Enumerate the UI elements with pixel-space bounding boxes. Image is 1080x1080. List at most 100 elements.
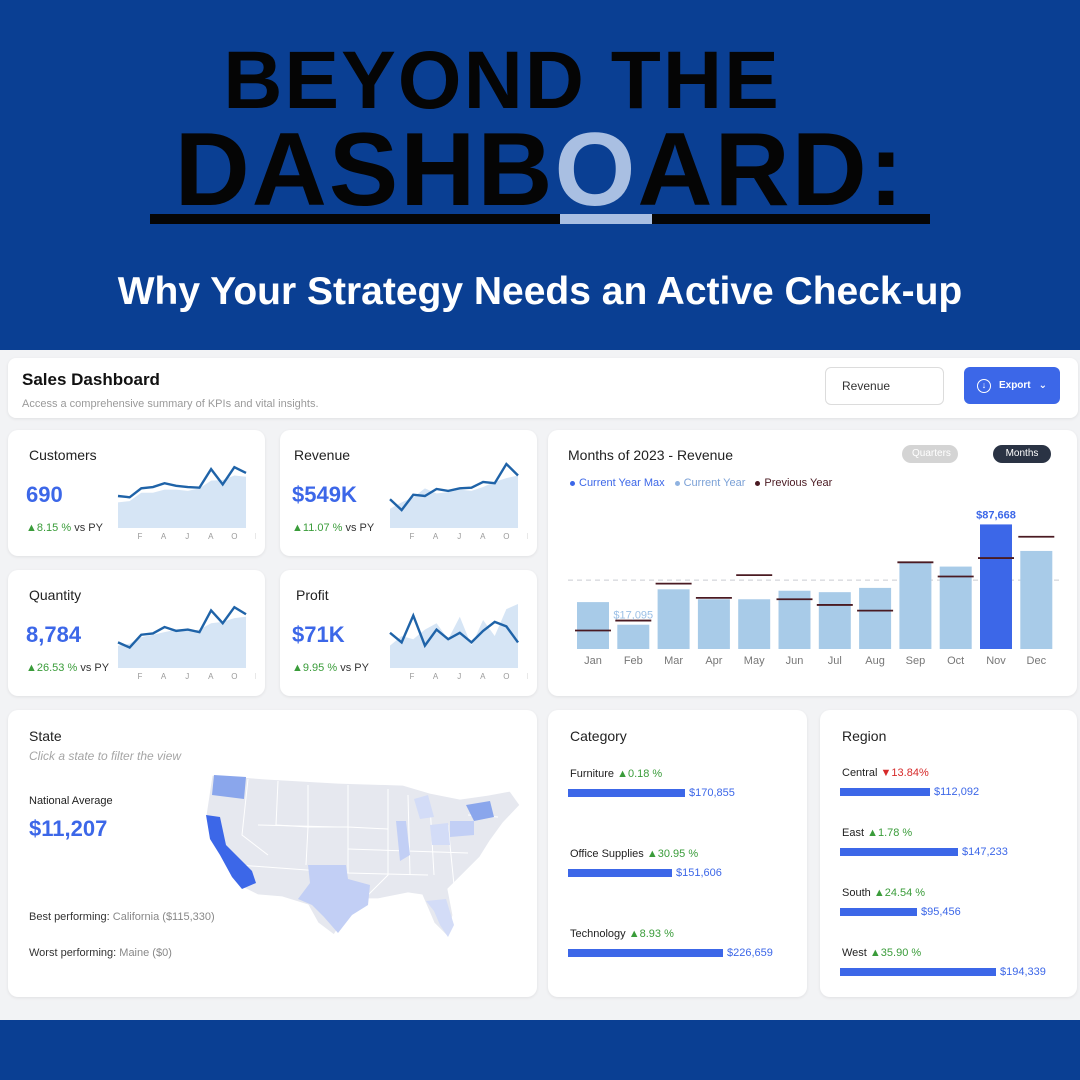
- best-performing: Best performing: California ($115,330): [29, 911, 215, 923]
- sparkline-prev-area: [118, 616, 246, 668]
- x-tick-label: Aug: [865, 655, 885, 667]
- kpi-card-revenue[interactable]: Revenue $549K ▲11.07 % vs PY F A J A O D: [280, 430, 537, 556]
- bar-mar[interactable]: [657, 589, 690, 649]
- hero-title-part1: DASHB: [174, 112, 555, 228]
- min-value-label: $17,095: [613, 610, 653, 622]
- hero-title-part2: ARD:: [637, 112, 906, 228]
- worst-performing: Worst performing: Maine ($0): [29, 947, 172, 959]
- sparkline-tick-label: D: [255, 532, 256, 541]
- horizontal-bar[interactable]: [840, 968, 996, 976]
- kpi-value: $549K: [292, 482, 357, 507]
- chevron-down-icon: ⌄: [1038, 380, 1048, 391]
- bar-label: Technology ▲8.93 %: [570, 928, 674, 940]
- kpi-value: 8,784: [26, 622, 82, 647]
- bar-feb[interactable]: [617, 624, 650, 649]
- bar-value: $151,606: [676, 867, 722, 879]
- national-average-value: $11,207: [29, 816, 108, 841]
- bar-label-delta: ▲24.54 %: [873, 887, 926, 899]
- page-title: Sales Dashboard: [22, 370, 160, 389]
- region-title: Region: [842, 728, 887, 744]
- bar-dec[interactable]: [1020, 550, 1053, 649]
- toggle-quarters[interactable]: Quarters: [902, 445, 958, 463]
- us-outline: [205, 774, 521, 939]
- page-subtitle: Access a comprehensive summary of KPIs a…: [22, 398, 319, 410]
- kpi-card-profit[interactable]: Profit $71K ▲9.95 % vs PY F A J A O D: [280, 570, 537, 696]
- kpi-title: Revenue: [294, 447, 351, 463]
- bar-value: $170,855: [689, 787, 735, 799]
- bar-label: Furniture ▲0.18 %: [570, 768, 662, 780]
- x-tick-label: Feb: [624, 655, 643, 667]
- kpi-card-quantity[interactable]: Quantity 8,784 ▲26.53 % vs PY F A J A O D: [8, 570, 265, 696]
- bar-label-name: South: [842, 887, 874, 899]
- horizontal-bar[interactable]: [840, 848, 958, 856]
- sparkline-tick-label: J: [457, 672, 461, 681]
- state-ohio[interactable]: [430, 823, 450, 845]
- horizontal-bar[interactable]: [840, 908, 917, 916]
- sparkline-tick-label: A: [161, 532, 167, 541]
- horizontal-bar[interactable]: [568, 869, 672, 877]
- bar-label-delta: ▲30.95 %: [646, 848, 699, 860]
- kpi-delta-percent: ▲8.15 %: [26, 522, 72, 534]
- sparkline-tick-label: F: [138, 672, 143, 681]
- bar-sep[interactable]: [899, 562, 932, 649]
- bar-label-name: East: [842, 827, 868, 839]
- kpi-title: Quantity: [29, 587, 82, 603]
- state-pennsylvania[interactable]: [450, 821, 474, 837]
- max-value-label: $87,668: [976, 509, 1016, 521]
- hero-underline-accent: [560, 214, 652, 224]
- legend-label: Previous Year: [764, 477, 833, 489]
- bar-apr[interactable]: [697, 599, 730, 649]
- bar-oct[interactable]: [939, 566, 972, 649]
- state-hint: Click a state to filter the view: [29, 749, 182, 763]
- state-washington[interactable]: [212, 775, 246, 799]
- sparkline-tick-label: J: [185, 672, 189, 681]
- legend-label: Current Year Max: [579, 477, 665, 489]
- sparkline-tick-label: D: [527, 532, 528, 541]
- horizontal-bar[interactable]: [568, 949, 723, 957]
- horizontal-bar[interactable]: [840, 788, 930, 796]
- kpi-delta-suffix: vs PY: [77, 662, 110, 674]
- bar-label: East ▲1.78 %: [842, 827, 912, 839]
- sparkline-tick-label: F: [138, 532, 143, 541]
- export-button[interactable]: ↓ Export ⌄: [964, 367, 1060, 404]
- bar-value: $147,233: [962, 846, 1008, 858]
- download-icon: ↓: [976, 378, 991, 393]
- kpi-delta-suffix: vs PY: [337, 662, 369, 674]
- legend-dot: [674, 480, 680, 486]
- sparkline-tick-label: A: [433, 532, 439, 541]
- kpi-delta: ▲8.15 % vs PY: [26, 522, 103, 534]
- bar-label-name: Office Supplies: [570, 848, 647, 860]
- x-tick-label: Apr: [705, 655, 722, 667]
- sparkline-tick-label: A: [480, 672, 486, 681]
- us-map[interactable]: [198, 765, 528, 945]
- bar-aug[interactable]: [859, 587, 892, 649]
- bar-may[interactable]: [738, 599, 771, 649]
- sparkline-tick-label: F: [410, 532, 415, 541]
- kpi-delta-suffix: vs PY: [71, 522, 103, 534]
- bar-nov[interactable]: [980, 524, 1012, 649]
- x-tick-label: Dec: [1027, 655, 1047, 667]
- kpi-card-customers[interactable]: Customers 690 ▲8.15 % vs PY F A J A O D: [8, 430, 265, 556]
- bar-value: $112,092: [934, 786, 980, 798]
- bar-label-name: Central: [842, 767, 881, 779]
- chart-legend: Current Year Max Current Year Previous Y…: [570, 477, 832, 489]
- region-card: Region Central ▼13.84% $112,092 East ▲1.78…: [820, 710, 1077, 997]
- bar-jul[interactable]: [818, 592, 851, 649]
- kpi-delta: ▲9.95 % vs PY: [292, 662, 369, 674]
- bar-value: $95,456: [921, 906, 961, 918]
- sparkline-tick-label: A: [161, 672, 167, 681]
- bar-jan[interactable]: [577, 602, 609, 649]
- state-card: State Click a state to filter the view N…: [8, 710, 537, 997]
- sparkline-revenue: FAJAOD: [389, 462, 528, 541]
- toggle-months[interactable]: Months: [993, 445, 1051, 463]
- x-tick-label: Sep: [906, 655, 926, 667]
- kpi-delta-percent: ▲11.07 %: [292, 522, 343, 534]
- horizontal-bar[interactable]: [568, 789, 685, 797]
- sparkline-tick-label: A: [208, 672, 214, 681]
- x-tick-label: Jul: [828, 655, 842, 667]
- sparkline-tick-label: O: [503, 672, 509, 681]
- x-tick-label: Jan: [584, 655, 602, 667]
- kpi-delta: ▲26.53 % vs PY: [26, 662, 109, 674]
- kpi-delta: ▲11.07 % vs PY: [292, 522, 374, 534]
- metric-select[interactable]: Revenue: [825, 367, 944, 405]
